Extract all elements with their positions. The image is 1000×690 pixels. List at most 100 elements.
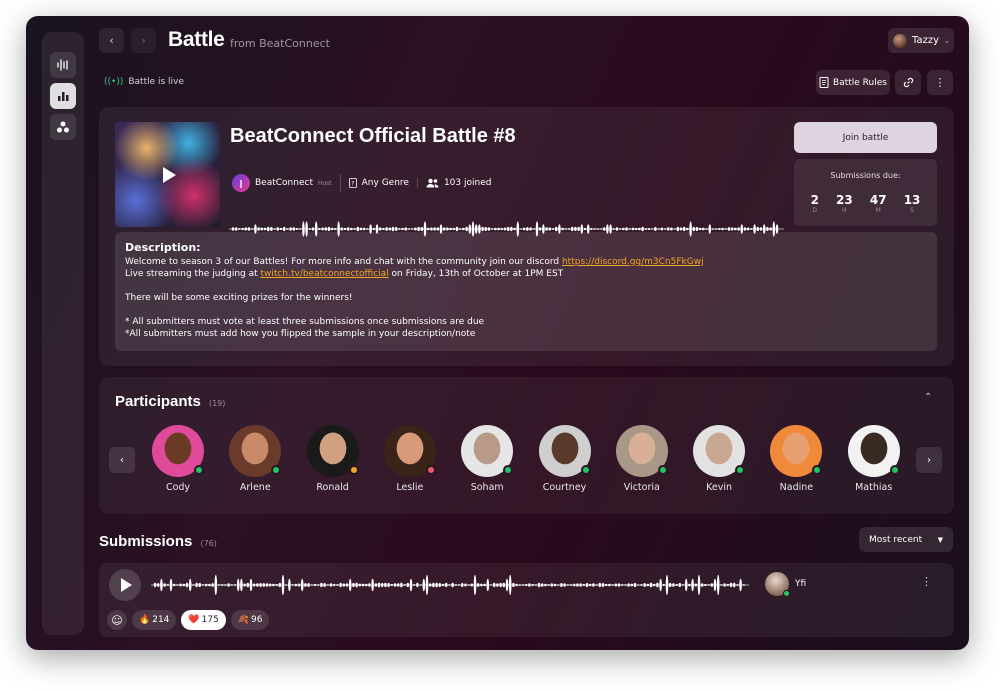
reaction-count: 175	[201, 615, 219, 625]
more-vertical-icon: ⋮	[934, 76, 946, 89]
countdown-label: Submissions due:	[830, 171, 901, 180]
more-options-button[interactable]: ⋮	[927, 70, 953, 95]
host-name: BeatConnect	[255, 178, 313, 188]
copy-link-button[interactable]	[895, 70, 921, 95]
play-icon	[163, 166, 176, 183]
participant-leslie[interactable]: Leslie	[380, 425, 440, 493]
submissions-countdown: Submissions due: 2D 23 H 47 M 13 S	[794, 159, 937, 226]
participant-name: Leslie	[396, 482, 424, 493]
users-icon	[426, 178, 439, 188]
add-reaction-button[interactable]: ☺	[107, 610, 127, 630]
participant-arlene[interactable]: Arlene	[225, 425, 285, 493]
battle-cover-art[interactable]	[115, 122, 220, 227]
participant-courtney[interactable]: Courtney	[535, 425, 595, 493]
submissions-heading: Submissions (76)	[99, 531, 217, 550]
battle-host[interactable]: ∥ BeatConnect Host	[232, 174, 341, 192]
participant-victoria[interactable]: Victoria	[612, 425, 672, 493]
reaction-leaf[interactable]: 🍂 96	[230, 610, 270, 630]
description-text: Live streaming the judging at	[125, 269, 261, 279]
battle-rules-button[interactable]: Battle Rules	[816, 70, 890, 95]
host-tag: Host	[317, 179, 332, 187]
battle-rules-label: Battle Rules	[833, 77, 887, 88]
online-status	[735, 465, 746, 475]
battle-meta: ∥ BeatConnect Host ? Any Genre 103 joine…	[232, 174, 507, 192]
avatar	[306, 425, 359, 477]
participant-kevin[interactable]: Kevin	[689, 425, 749, 493]
participant-name: Mathias	[855, 482, 893, 493]
participants-title: Participants	[115, 393, 201, 410]
waveform-icon	[57, 59, 68, 71]
online-status	[783, 590, 790, 597]
caret-down-icon: ▼	[937, 535, 943, 544]
genre-label: Any Genre	[361, 178, 409, 188]
chevron-down-icon: ⌄	[944, 36, 950, 45]
user-menu[interactable]: Tazzy ⌄	[888, 28, 954, 53]
join-battle-button[interactable]: Join battle	[794, 122, 937, 153]
more-vertical-icon[interactable]: ⋮	[921, 575, 932, 588]
participant-mathias[interactable]: Mathias	[844, 425, 904, 493]
participants-next-button[interactable]: ›	[916, 447, 942, 473]
sort-dropdown[interactable]: Most recent ▼	[859, 527, 953, 552]
avatar	[229, 425, 282, 477]
back-button[interactable]: ‹	[99, 28, 124, 53]
page-subtitle: from BeatConnect	[230, 37, 330, 50]
svg-text:?: ?	[351, 181, 354, 188]
discord-link[interactable]: https://discord.gg/m3Cn5FkGwj	[562, 257, 704, 267]
participant-name: Ronald	[316, 482, 349, 493]
avatar	[461, 425, 514, 477]
sort-label: Most recent	[869, 534, 923, 545]
avatar	[538, 425, 591, 477]
user-name: Tazzy	[912, 35, 939, 46]
avatar	[152, 425, 204, 477]
countdown-unit: M	[875, 207, 881, 214]
chevron-right-icon: ›	[141, 34, 146, 47]
avatar	[770, 425, 823, 477]
participant-name: Arlene	[239, 482, 271, 493]
play-icon	[121, 578, 132, 592]
fire-icon: 🔥	[139, 615, 151, 625]
battle-card: BeatConnect Official Battle #8 ∥ BeatCon…	[99, 107, 954, 366]
reaction-count: 214	[152, 615, 170, 625]
play-button[interactable]	[109, 569, 141, 601]
forward-button[interactable]: ›	[131, 28, 156, 53]
sidebar-waveform-button[interactable]	[50, 52, 76, 78]
online-status	[812, 465, 823, 475]
participant-ronald[interactable]: Ronald	[303, 425, 363, 493]
sidebar-chart-button[interactable]	[50, 83, 76, 109]
battle-title: BeatConnect Official Battle #8	[230, 125, 516, 147]
countdown-value: 23	[836, 193, 853, 207]
sidebar	[42, 32, 84, 635]
participant-cody[interactable]: Cody	[148, 425, 208, 493]
sidebar-community-button[interactable]	[50, 114, 76, 140]
avatar	[693, 425, 746, 477]
participant-name: Cody	[165, 482, 191, 493]
avatar	[615, 425, 668, 477]
countdown-unit: D	[812, 207, 818, 214]
reaction-fire[interactable]: 🔥 214	[132, 610, 177, 630]
heart-icon: ❤️	[188, 615, 200, 625]
battle-joined: 103 joined	[426, 178, 500, 188]
broadcast-icon: ((•))	[104, 77, 124, 87]
reaction-heart[interactable]: ❤️ 175	[181, 610, 226, 630]
submission-author[interactable]: Yfi	[765, 572, 806, 597]
chevron-up-icon[interactable]: ⌃	[924, 392, 932, 403]
participants-prev-button[interactable]: ‹	[109, 447, 135, 473]
description-text: on Friday, 13th of October at 1PM EST	[388, 269, 564, 279]
participant-name: Courtney	[542, 482, 587, 493]
avatar	[765, 572, 790, 597]
twitch-link[interactable]: twitch.tv/beatconnectofficial	[261, 269, 389, 279]
online-status	[503, 465, 514, 475]
participant-soham[interactable]: Soham	[457, 425, 517, 493]
reaction-count: 96	[251, 615, 263, 625]
submission-waveform[interactable]	[151, 573, 749, 597]
submissions-count: (76)	[200, 539, 217, 548]
bar-chart-icon	[58, 92, 69, 101]
countdown-days: 2D	[811, 193, 819, 214]
countdown-unit: S	[910, 207, 914, 214]
participant-name: Soham	[470, 482, 504, 493]
document-icon	[819, 77, 829, 88]
avatar	[847, 425, 900, 477]
countdown-unit: H	[842, 207, 847, 214]
participants-heading: Participants (19)	[115, 391, 225, 410]
participant-nadine[interactable]: Nadine	[766, 425, 826, 493]
